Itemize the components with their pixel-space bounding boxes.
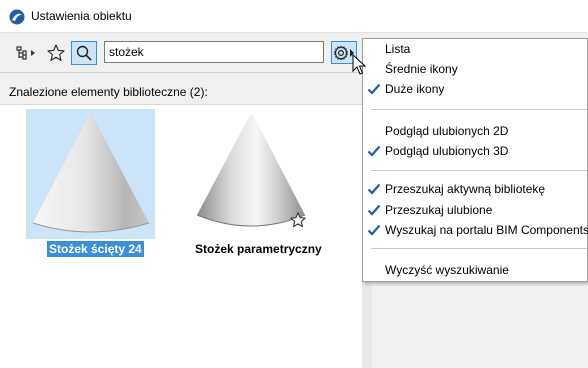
menu-item-label: Duże ikony bbox=[385, 82, 445, 96]
truncated-cone-icon bbox=[32, 115, 150, 233]
results-header: Znalezione elementy biblioteczne (2): bbox=[9, 85, 208, 99]
checkmark-icon bbox=[367, 183, 381, 195]
star-icon bbox=[47, 44, 65, 61]
checkmark-icon bbox=[367, 204, 381, 216]
cursor-icon bbox=[352, 54, 366, 75]
library-item-thumbnail[interactable] bbox=[193, 111, 311, 239]
checkmark-icon bbox=[367, 83, 381, 95]
menu-item-label: Średnie ikony bbox=[385, 62, 458, 76]
checkmark-icon bbox=[367, 224, 381, 236]
menu-separator bbox=[371, 170, 587, 171]
menu-item-label: Wyczyść wyszukiwanie bbox=[385, 263, 509, 277]
library-item-label[interactable]: Stożek parametryczny bbox=[195, 242, 322, 256]
menu-item-favorites-preview-2d[interactable]: Podgląd ulubionych 2D bbox=[363, 121, 587, 141]
search-icon bbox=[76, 45, 92, 61]
window-title: Ustawienia obiektu bbox=[31, 9, 132, 23]
menu-item-search-favorites[interactable]: Przeszukaj ulubione bbox=[363, 200, 587, 220]
checkmark-icon bbox=[367, 145, 381, 157]
search-input[interactable] bbox=[104, 41, 324, 63]
menu-separator bbox=[371, 109, 587, 110]
menu-item-search-active-library[interactable]: Przeszukaj aktywną bibliotekę bbox=[363, 179, 587, 199]
library-item-thumbnail[interactable] bbox=[26, 109, 155, 239]
tree-icon bbox=[16, 46, 35, 60]
menu-item-label: Przeszukaj ulubione bbox=[385, 203, 493, 217]
search-button[interactable] bbox=[71, 41, 97, 65]
menu-item-label: Lista bbox=[385, 42, 411, 56]
menu-item-large-icons[interactable]: Duże ikony bbox=[363, 79, 587, 99]
menu-item-label: Przeszukaj aktywną bibliotekę bbox=[385, 182, 546, 196]
menu-item-clear-search[interactable]: Wyczyść wyszukiwanie bbox=[363, 260, 587, 280]
favorite-star-icon[interactable] bbox=[289, 211, 307, 229]
menu-item-label: Wyszukaj na portalu BIM Components bbox=[385, 223, 588, 237]
menu-item-favorites-preview-3d[interactable]: Podgląd ulubionych 3D bbox=[363, 141, 587, 161]
menu-item-list[interactable]: Lista bbox=[363, 39, 587, 59]
view-options-menu: Lista Średnie ikony Duże ikony Podgląd u… bbox=[362, 38, 588, 282]
menu-item-label: Podgląd ulubionych 3D bbox=[385, 144, 509, 158]
menu-separator bbox=[371, 248, 587, 249]
tree-view-button[interactable] bbox=[14, 41, 38, 65]
favorites-button[interactable] bbox=[44, 41, 68, 65]
library-item-label[interactable]: Stożek ścięty 24 bbox=[47, 241, 144, 257]
menu-item-search-bim-components[interactable]: Wyszukaj na portalu BIM Components bbox=[363, 220, 588, 240]
menu-item-label: Podgląd ulubionych 2D bbox=[385, 124, 509, 138]
title-bar: Ustawienia obiektu bbox=[0, 0, 588, 33]
menu-item-medium-icons[interactable]: Średnie ikony bbox=[363, 59, 587, 79]
app-icon bbox=[9, 9, 25, 25]
